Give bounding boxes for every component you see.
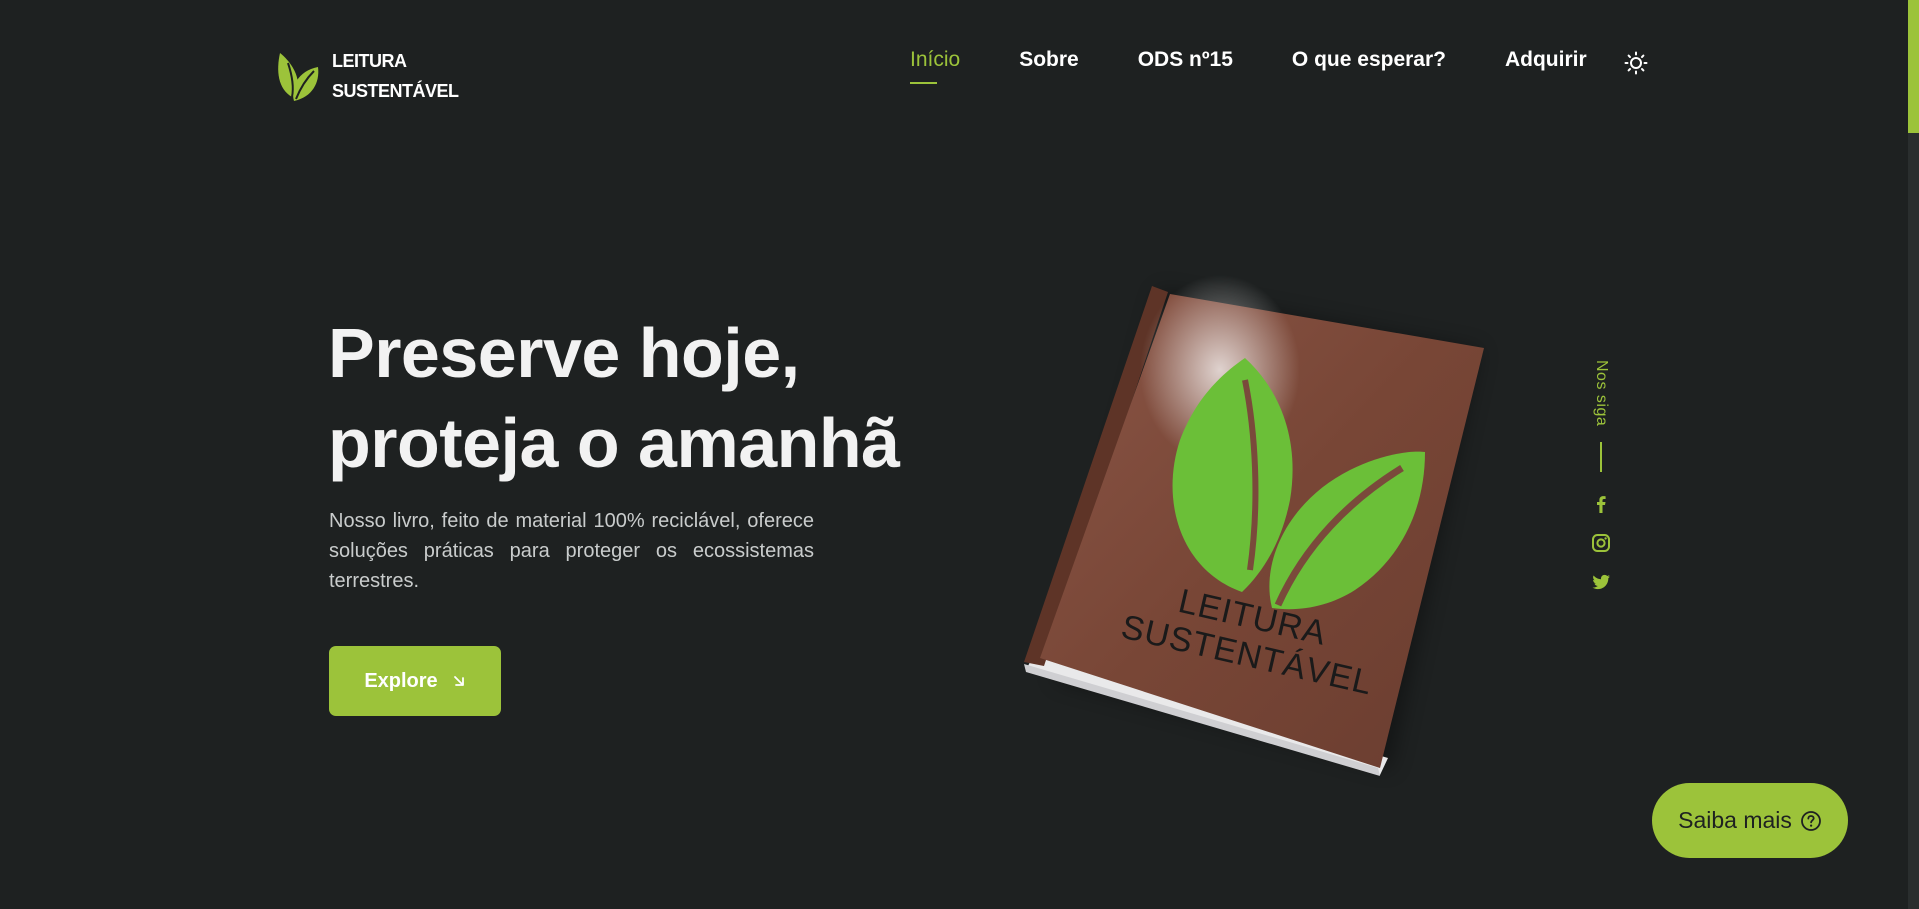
nav-item-inicio[interactable]: Início [910,48,960,84]
sun-icon[interactable] [1624,51,1648,75]
hero-title: Preserve hoje, proteja o amanhã [328,314,900,482]
social-links: Nos siga [1586,360,1616,611]
scrollbar-thumb[interactable] [1908,0,1919,133]
social-label: Nos siga [1593,360,1610,427]
facebook-icon[interactable] [1591,494,1611,514]
scrollbar-track[interactable] [1908,0,1919,909]
instagram-icon[interactable] [1591,533,1611,553]
hero-description: Nosso livro, feito de material 100% reci… [329,510,814,592]
nav-item-ods[interactable]: ODS nº15 [1138,48,1233,72]
leaf-logo-icon [278,53,319,101]
book-illustration: LEITURA SUSTENTÁVEL [1024,275,1484,776]
brand-logo[interactable]: LEITURA SUSTENTÁVEL [276,46,459,106]
saiba-mais-button[interactable]: Saiba mais [1652,783,1848,858]
main-nav: Início Sobre ODS nº15 O que esperar? Adq… [910,45,1646,84]
saiba-mais-label: Saiba mais [1678,807,1792,833]
nav-item-o-que-esperar[interactable]: O que esperar? [1292,48,1446,72]
question-circle-icon [1800,810,1821,831]
nav-item-adquirir[interactable]: Adquirir [1505,48,1587,72]
arrow-down-right-icon [453,676,464,686]
twitter-icon[interactable] [1591,572,1611,592]
nav-item-sobre[interactable]: Sobre [1019,48,1079,72]
explore-button[interactable]: Explore [329,646,501,716]
brand-name: LEITURA SUSTENTÁVEL [332,51,459,101]
explore-button-label: Explore [364,669,438,692]
social-divider [1600,442,1602,473]
